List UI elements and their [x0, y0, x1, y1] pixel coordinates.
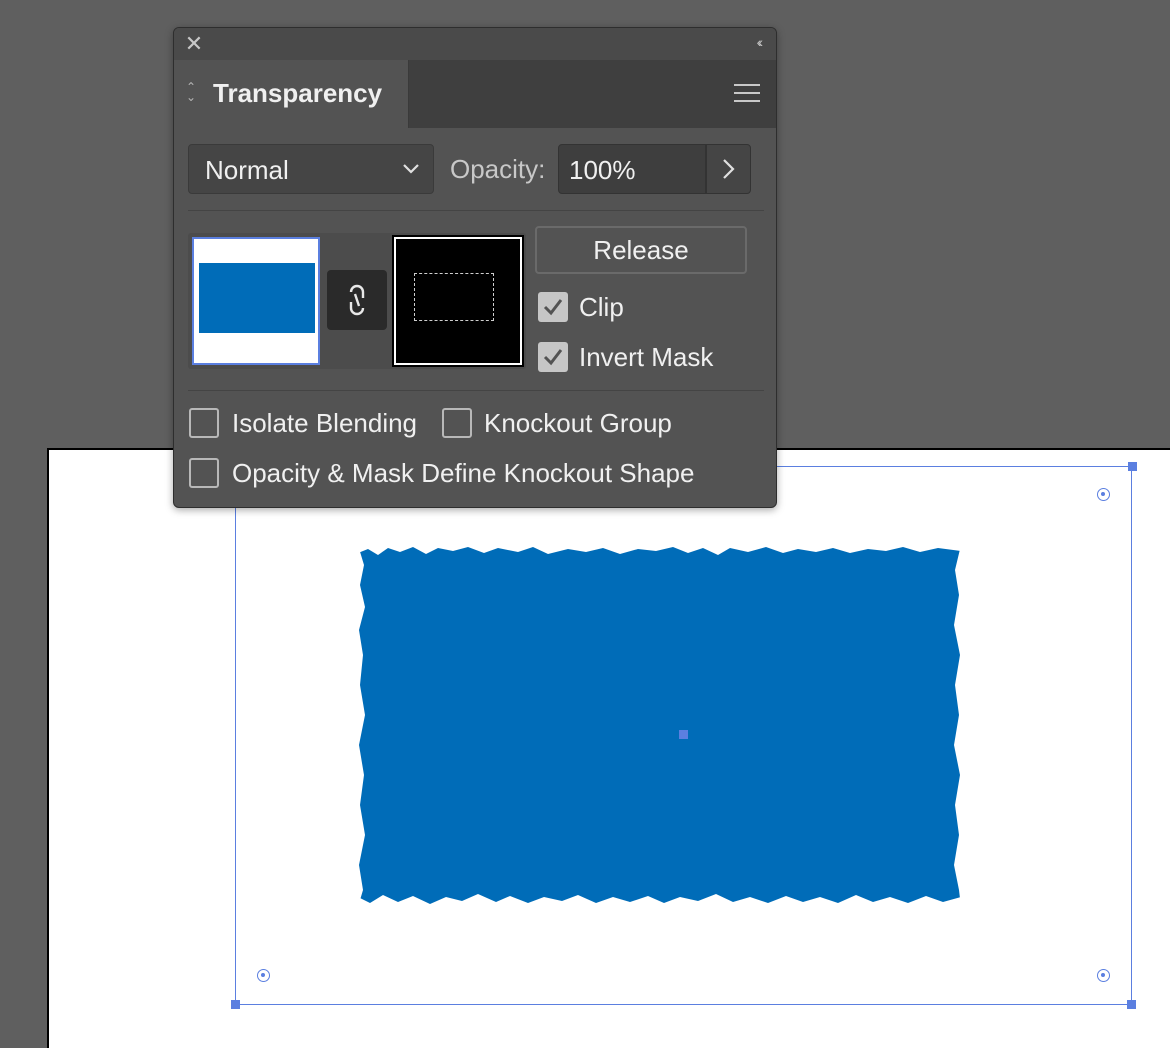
bbox-handle-bottom-right[interactable]	[1127, 1000, 1136, 1009]
corner-radius-widget-bottom-right[interactable]	[1097, 969, 1110, 982]
artwork-thumbnail-fill	[199, 263, 315, 333]
panel-tab-bar: ⌃ ⌄ Transparency	[174, 60, 776, 156]
release-button[interactable]: Release	[535, 226, 747, 274]
tab-transparency[interactable]: ⌃ ⌄ Transparency	[174, 60, 409, 128]
knockout-group-label: Knockout Group	[484, 408, 672, 438]
close-icon[interactable]: ✕	[184, 33, 204, 55]
opacity-label: Opacity:	[450, 154, 546, 184]
divider-bottom	[188, 390, 764, 391]
blend-mode-value: Normal	[205, 155, 289, 185]
tab-expand-arrows-icon[interactable]: ⌃ ⌄	[186, 81, 196, 103]
invert-mask-label: Invert Mask	[579, 342, 714, 372]
clip-label: Clip	[579, 292, 624, 322]
center-point[interactable]	[679, 730, 688, 739]
corner-radius-widget-bottom-left[interactable]	[257, 969, 270, 982]
isolate-blending-label: Isolate Blending	[232, 408, 418, 438]
isolate-blending-checkbox[interactable]	[189, 408, 219, 438]
hamburger-menu-icon[interactable]	[734, 84, 760, 108]
thumbnail-area	[188, 233, 526, 369]
bbox-handle-top-right[interactable]	[1128, 462, 1137, 471]
artwork-thumbnail[interactable]	[192, 237, 320, 365]
corner-radius-widget-top-right[interactable]	[1097, 488, 1110, 501]
checkmark-icon	[543, 349, 563, 366]
blend-mode-dropdown[interactable]: Normal	[188, 144, 434, 194]
bbox-handle-bottom-left[interactable]	[231, 1000, 240, 1009]
divider-top	[188, 210, 764, 211]
link-glyph	[349, 284, 365, 316]
chevron-right-icon	[723, 159, 735, 179]
opacity-mask-thumbnail[interactable]	[392, 235, 524, 367]
opacity-value: 100%	[569, 155, 636, 185]
chevron-down-icon	[403, 164, 419, 174]
panel-titlebar[interactable]: ✕ ‹‹	[174, 28, 776, 61]
link-icon[interactable]	[327, 270, 387, 330]
panel-title: Transparency	[213, 78, 383, 108]
opacity-input[interactable]: 100%	[558, 144, 706, 194]
mask-selection-dots	[414, 273, 494, 321]
checkmark-icon	[543, 299, 563, 316]
clip-checkbox[interactable]	[538, 292, 568, 322]
opacity-mask-knockout-label: Opacity & Mask Define Knockout Shape	[232, 458, 695, 488]
transparency-panel: ✕ ‹‹ ⌃ ⌄ Transparency Normal Opacity: 100…	[173, 27, 777, 508]
invert-mask-checkbox[interactable]	[538, 342, 568, 372]
opacity-mask-knockout-checkbox[interactable]	[189, 458, 219, 488]
knockout-group-checkbox[interactable]	[442, 408, 472, 438]
opacity-slider-button[interactable]	[706, 144, 751, 194]
collapse-icon[interactable]: ‹‹	[757, 34, 764, 50]
